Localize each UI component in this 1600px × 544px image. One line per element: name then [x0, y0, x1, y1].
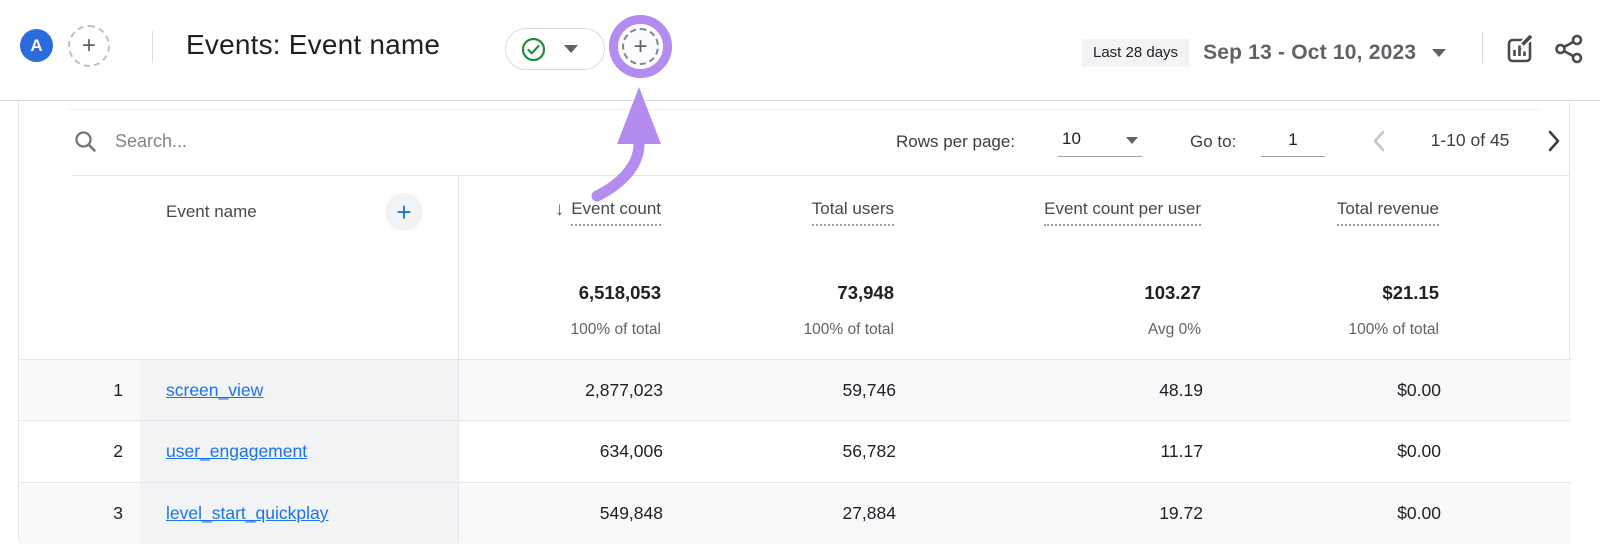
page-title: Events: Event name: [186, 29, 440, 61]
highlighted-add-button[interactable]: +: [609, 15, 672, 78]
cell-total-revenue: $0.00: [1397, 483, 1441, 544]
column-divider: [458, 176, 459, 542]
customize-report-button[interactable]: [1503, 33, 1539, 69]
cell-event-count: 634,006: [600, 421, 663, 482]
caret-down-icon: [1126, 137, 1138, 144]
column-header-total-users[interactable]: Total users: [812, 199, 894, 226]
rows-per-page-select[interactable]: 10: [1058, 123, 1142, 157]
row-index: 2: [75, 421, 123, 482]
header-divider: [152, 31, 153, 63]
table-row: 1 screen_view 2,877,023 59,746 48.19 $0.…: [19, 359, 1571, 421]
rows-per-page-label: Rows per page:: [896, 129, 1015, 154]
event-name-link[interactable]: level_start_quickplay: [166, 483, 328, 544]
cell-event-count: 549,848: [600, 483, 663, 544]
cell-event-count-per-user: 11.17: [1161, 421, 1204, 482]
pagination-next-button[interactable]: [1540, 128, 1566, 154]
event-name-link[interactable]: screen_view: [166, 360, 263, 421]
cell-total-users: 56,782: [842, 421, 896, 482]
pagination-range: 1-10 of 45: [1415, 130, 1525, 151]
total-event-count-note: 100% of total: [571, 321, 661, 339]
cell-total-revenue: $0.00: [1397, 421, 1441, 482]
cell-total-users: 27,884: [842, 483, 896, 544]
go-to-page-input[interactable]: [1261, 123, 1325, 157]
total-users-note: 100% of total: [804, 321, 894, 339]
date-range-selector[interactable]: Last 28 days Sep 13 - Oct 10, 2023: [1082, 36, 1446, 70]
cell-total-revenue: $0.00: [1397, 360, 1441, 421]
total-event-count: 6,518,053: [579, 282, 661, 304]
plus-icon: +: [633, 33, 647, 61]
cell-event-count: 2,877,023: [585, 360, 663, 421]
check-circle-icon: [521, 37, 546, 62]
search-icon: [73, 129, 98, 159]
share-button[interactable]: [1551, 33, 1587, 69]
total-event-count-per-user: 103.27: [1144, 282, 1201, 304]
sort-descending-icon: ↓: [555, 199, 565, 220]
column-header-total-revenue[interactable]: Total revenue: [1337, 199, 1439, 226]
report-card: Rows per page: 10 Go to: 1-10 of 45 Even…: [18, 101, 1570, 542]
total-revenue: $21.15: [1382, 282, 1439, 304]
dashed-circle: +: [622, 28, 659, 65]
row-index: 3: [75, 483, 123, 544]
date-preset-badge: Last 28 days: [1082, 39, 1189, 67]
search-input[interactable]: [113, 125, 473, 157]
column-header-label: Total users: [812, 199, 894, 226]
date-range-text: Sep 13 - Oct 10, 2023: [1203, 41, 1416, 65]
column-header-event-count[interactable]: ↓ Event count: [555, 199, 661, 226]
total-users: 73,948: [837, 282, 894, 304]
caret-down-icon: [1432, 49, 1446, 57]
add-dimension-button[interactable]: +: [385, 193, 423, 231]
plus-icon: +: [396, 197, 411, 228]
cell-total-users: 59,746: [842, 360, 896, 421]
cell-event-count-per-user: 48.19: [1159, 360, 1203, 421]
column-header-label: Event count: [571, 199, 661, 226]
total-revenue-note: 100% of total: [1349, 321, 1439, 339]
plus-icon: +: [82, 32, 96, 60]
data-quality-pill[interactable]: [505, 28, 605, 70]
column-header-event-count-per-user[interactable]: Event count per user: [1044, 199, 1201, 226]
table-row: 3 level_start_quickplay 549,848 27,884 1…: [19, 482, 1571, 544]
app-header: A + Events: Event name + Last 28 days Se…: [0, 0, 1600, 101]
cell-event-count-per-user: 19.72: [1159, 483, 1203, 544]
user-avatar[interactable]: A: [20, 29, 53, 62]
share-icon: [1552, 32, 1586, 71]
row-index: 1: [75, 360, 123, 421]
rows-per-page-value: 10: [1062, 129, 1081, 149]
customize-report-icon: [1504, 32, 1538, 71]
go-to-label: Go to:: [1190, 129, 1236, 154]
column-header-event-name[interactable]: Event name: [166, 202, 257, 222]
add-comparison-button[interactable]: +: [68, 25, 110, 67]
column-header-label: Event count per user: [1044, 199, 1201, 226]
toolbar-divider: [71, 175, 1569, 176]
event-name-link[interactable]: user_engagement: [166, 421, 307, 482]
caret-down-icon: [564, 45, 578, 53]
header-divider: [1482, 31, 1483, 63]
card-top-line: [69, 109, 1541, 110]
pagination-prev-button[interactable]: [1367, 128, 1393, 154]
column-header-label: Total revenue: [1337, 199, 1439, 226]
table-row: 2 user_engagement 634,006 56,782 11.17 $…: [19, 420, 1571, 482]
total-event-count-per-user-note: Avg 0%: [1148, 321, 1201, 339]
